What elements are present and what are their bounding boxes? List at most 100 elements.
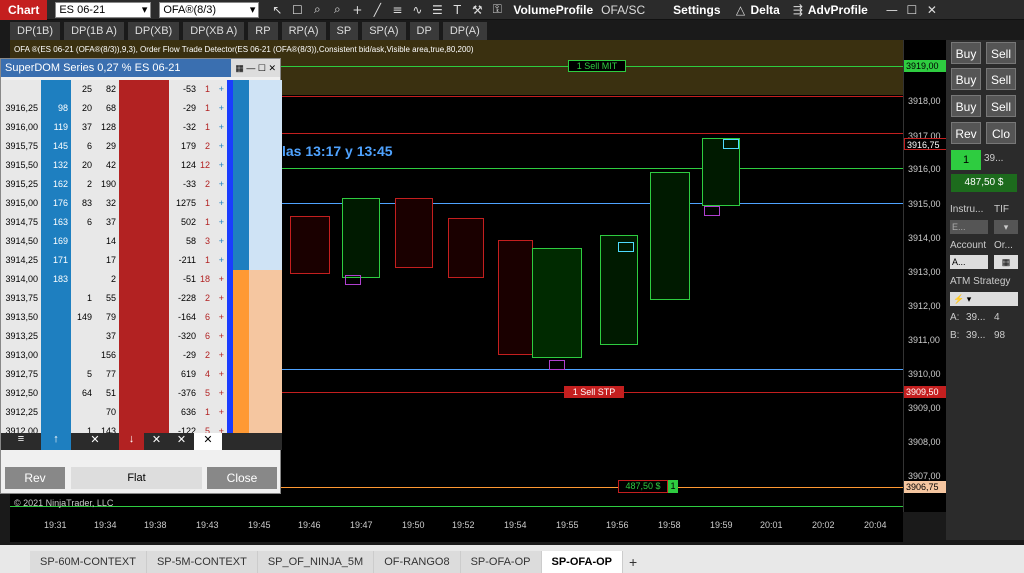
zoom-out-icon[interactable]: ⌕ <box>327 2 347 17</box>
menu-icon[interactable]: ≡ <box>1 433 41 450</box>
dom-cell: 37 <box>95 327 119 346</box>
sell-stp-label[interactable]: 1 Sell STP <box>564 386 624 398</box>
indicator-select[interactable]: OFA®(8/3) ▾ <box>159 1 260 18</box>
delta-button[interactable]: Delta <box>751 3 780 17</box>
rev-button[interactable]: Rev <box>951 122 981 144</box>
arrow-down-icon[interactable]: ↓ <box>119 433 144 450</box>
dom-row[interactable]: 3914,00 183 2 -51 18 + <box>1 270 282 289</box>
volume-cell <box>249 384 282 403</box>
dom-row[interactable]: 3913,25 37 -320 6 + <box>1 327 282 346</box>
dom-cell <box>71 251 95 270</box>
dom-cell: + <box>213 175 227 194</box>
tab-sp-of-ninja[interactable]: SP_OF_NINJA_5M <box>257 551 375 573</box>
tab-sp-60m[interactable]: SP-60M-CONTEXT <box>30 551 147 573</box>
instrument-select[interactable]: E... <box>950 220 988 234</box>
zoom-in-icon[interactable]: ⌕ <box>307 2 327 17</box>
dom-row[interactable]: 3915,00 176 83 32 1275 1 + <box>1 194 282 213</box>
settings-button[interactable]: Settings <box>673 3 720 17</box>
dom-row[interactable]: 3913,75 1 55 -228 2 + <box>1 289 282 308</box>
arrow-up-icon[interactable]: ↑ <box>41 433 71 450</box>
hline-icon[interactable]: ≡ <box>387 3 407 17</box>
dom-cell: 502 <box>169 213 199 232</box>
tab-sp-ofa-op[interactable]: SP-OFA-OP <box>460 551 542 573</box>
buy-button-2[interactable]: Buy <box>951 68 981 90</box>
pointer-icon[interactable]: ↖ <box>267 3 287 17</box>
dom-cell: 70 <box>95 403 119 422</box>
instrument-select[interactable]: ES 06-21 ▾ <box>55 1 152 18</box>
tab-sp-5m[interactable]: SP-5M-CONTEXT <box>146 551 258 573</box>
advprofile-button[interactable]: AdvProfile <box>808 3 868 17</box>
tab-of-rango8[interactable]: OF-RANGO8 <box>374 551 461 573</box>
dom-row[interactable]: 3913,50 149 79 -164 6 + <box>1 308 282 327</box>
superdom-window[interactable]: SuperDOM Series 0,27 % ES 06-21 ▦ — ☐ ✕ … <box>0 58 282 494</box>
rp-button[interactable]: RP <box>248 22 278 40</box>
account-select[interactable]: A... <box>950 255 988 269</box>
close-icon[interactable]: ✕ <box>922 3 942 17</box>
fib-icon[interactable]: ☰ <box>427 3 447 17</box>
volume-profile-button[interactable]: VolumeProfile <box>513 3 593 17</box>
crosshair-icon[interactable]: + <box>347 3 367 17</box>
cancel-buy-icon[interactable]: ✕ <box>71 433 119 450</box>
close-button[interactable]: Close <box>207 467 277 489</box>
sell-mit-label[interactable]: 1 Sell MIT <box>568 60 626 72</box>
add-tab-button[interactable]: + <box>623 551 643 573</box>
buy-button-1[interactable]: Buy <box>951 42 981 64</box>
cancel-icon[interactable]: ✕ <box>169 433 194 450</box>
dp-a-button[interactable]: DP(A) <box>442 22 487 40</box>
ofa-sc-button[interactable]: OFA/SC <box>601 3 645 17</box>
dom-row[interactable]: 25 82 -53 1 + <box>1 80 282 99</box>
chart-tab[interactable]: Chart <box>0 0 48 20</box>
dom-cell <box>144 99 169 118</box>
superdom-ladder[interactable]: 25 82 -53 1 +3916,25 98 20 68 -29 1 +3916,00 119 37 1… <box>1 80 282 441</box>
rp-a-button[interactable]: RP(A) <box>281 22 326 40</box>
dpxb-button[interactable]: DP(XB) <box>127 22 180 40</box>
calculator-icon[interactable]: ▦ <box>994 255 1018 269</box>
sp-a-button[interactable]: SP(A) <box>362 22 406 40</box>
dp-button[interactable]: DP <box>409 22 439 40</box>
dom-row[interactable]: 3914,75 163 6 37 502 1 + <box>1 213 282 232</box>
dom-cell: + <box>213 270 227 289</box>
dom-row[interactable]: 3915,50 132 20 42 124 12 + <box>1 156 282 175</box>
rev-button[interactable]: Rev <box>5 467 65 489</box>
dom-row[interactable]: 3916,25 98 20 68 -29 1 + <box>1 99 282 118</box>
dom-row[interactable]: 3916,00 119 37 128 -32 1 + <box>1 118 282 137</box>
flat-button[interactable]: Flat <box>71 467 202 489</box>
dp1b-a-button[interactable]: DP(1B A) <box>64 22 124 40</box>
dom-row[interactable]: 3912,75 5 77 619 4 + <box>1 365 282 384</box>
tab-sp-ofa-op-active[interactable]: SP-OFA-OP <box>541 551 624 573</box>
cancel-sell-icon[interactable]: ✕ <box>144 433 169 450</box>
volume-cell <box>249 365 282 384</box>
draw-box-icon[interactable]: ☐ <box>287 3 307 17</box>
dom-row[interactable]: 3914,25 171 17 -211 1 + <box>1 251 282 270</box>
tif-select[interactable]: ▾ <box>994 220 1018 234</box>
cancel-all-icon[interactable]: ✕ <box>194 433 222 450</box>
minimize-icon[interactable]: — <box>882 3 902 17</box>
dom-cell: 2 <box>199 346 213 365</box>
window-controls[interactable]: ▦ — ☐ ✕ <box>231 59 280 77</box>
dom-row[interactable]: 3914,50 169 14 58 3 + <box>1 232 282 251</box>
sell-button-2[interactable]: Sell <box>986 68 1016 90</box>
sell-button-3[interactable]: Sell <box>986 95 1016 117</box>
dom-row[interactable]: 3912,50 64 51 -376 5 + <box>1 384 282 403</box>
sell-button-1[interactable]: Sell <box>986 42 1016 64</box>
price-mit: 3919,00 <box>904 60 947 72</box>
atm-select[interactable]: ⚡ ▾ <box>950 292 1018 306</box>
tools-icon[interactable]: ⚒ <box>467 3 487 17</box>
dp1b-button[interactable]: DP(1B) <box>10 22 61 40</box>
text-icon[interactable]: T <box>447 3 467 17</box>
lock-icon[interactable]: ⚿ <box>487 2 507 17</box>
superdom-titlebar[interactable]: SuperDOM Series 0,27 % ES 06-21 ▦ — ☐ ✕ <box>1 59 280 77</box>
buy-button-3[interactable]: Buy <box>951 95 981 117</box>
dom-cell: 619 <box>169 365 199 384</box>
close-position-button[interactable]: Clo <box>986 122 1016 144</box>
dom-row[interactable]: 3912,25 70 636 1 + <box>1 403 282 422</box>
dom-cell: 156 <box>95 346 119 365</box>
maximize-icon[interactable]: ☐ <box>902 3 922 17</box>
dom-row[interactable]: 3913,00 156 -29 2 + <box>1 346 282 365</box>
dom-row[interactable]: 3915,75 145 6 29 179 2 + <box>1 137 282 156</box>
sp-button[interactable]: SP <box>329 22 359 40</box>
dpxb-a-button[interactable]: DP(XB A) <box>183 22 245 40</box>
line-icon[interactable]: ╱ <box>367 3 387 17</box>
wave-icon[interactable]: ∿ <box>407 3 427 17</box>
dom-row[interactable]: 3915,25 162 2 190 -33 2 + <box>1 175 282 194</box>
